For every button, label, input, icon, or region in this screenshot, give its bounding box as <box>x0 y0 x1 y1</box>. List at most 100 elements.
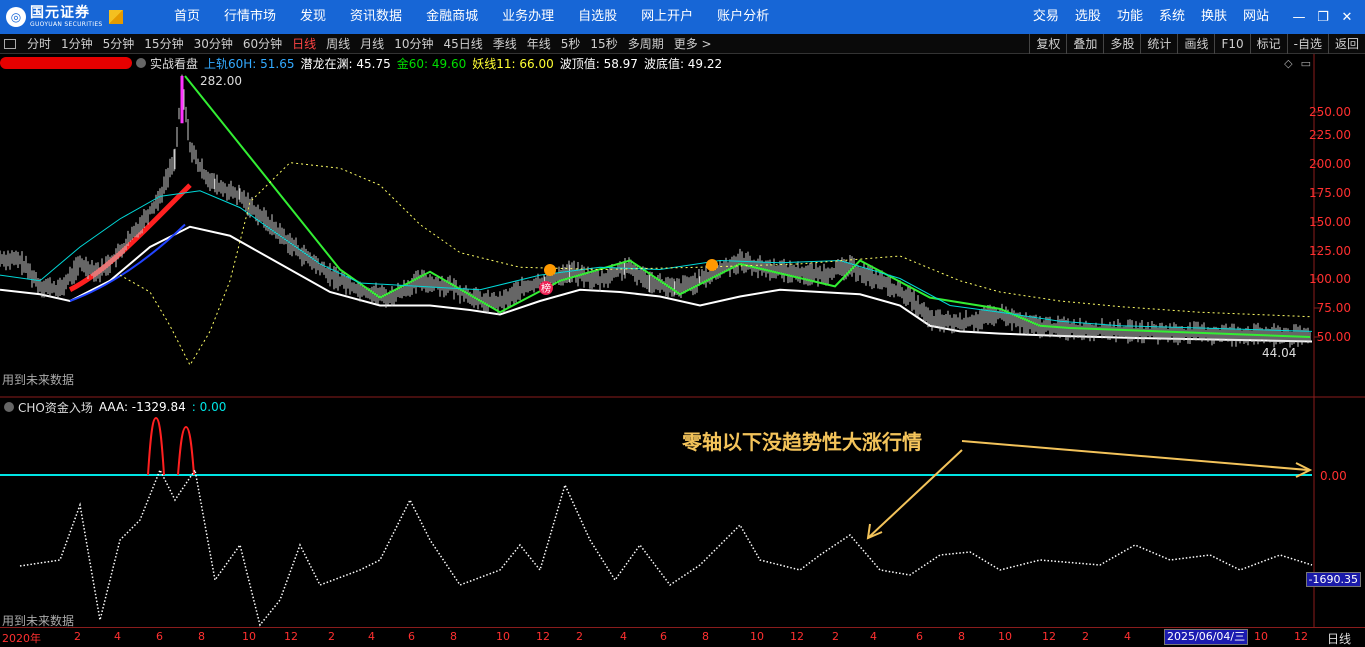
period-tab[interactable]: 日线 <box>287 34 321 54</box>
price-axis-label: 200.00 <box>1309 157 1351 171</box>
panel-toggle-icon[interactable] <box>4 38 16 49</box>
low-price-label: 44.04 <box>1262 346 1297 360</box>
period-tab[interactable]: 60分钟 <box>238 34 287 54</box>
date-axis-label: 2 <box>1082 630 1089 643</box>
brand-logo[interactable]: ◎ 国元证券 GUOYUAN SECURITIES <box>0 0 150 34</box>
logo-flag-icon <box>108 10 123 24</box>
date-axis-label: 12 <box>1294 630 1308 643</box>
date-axis-label: 12 <box>790 630 804 643</box>
chart-tool-button[interactable]: -自选 <box>1286 34 1328 54</box>
date-axis-label: 4 <box>620 630 627 643</box>
date-axis-label: 8 <box>958 630 965 643</box>
date-axis: 2020年 2 4 6 8 10 12 2 4 6 8 10 12 2 4 6 8 10 12 2 4 6 8 10 12 2 4 1… <box>0 627 1365 647</box>
signal-badge-icon <box>544 264 556 276</box>
window-controls: — ❐ ✕ <box>1287 0 1359 34</box>
logo-name: 国元证券 <box>30 5 90 21</box>
price-bars <box>0 74 1311 348</box>
nav-item[interactable]: 账户分析 <box>705 0 781 34</box>
nav-right-item[interactable]: 选股 <box>1067 0 1109 34</box>
date-axis-label: 6 <box>660 630 667 643</box>
date-axis-label: 10 <box>496 630 510 643</box>
period-tab[interactable]: 15分钟 <box>139 34 188 54</box>
price-axis-label: 50.00 <box>1316 330 1351 344</box>
restore-icon[interactable]: ❐ <box>1311 5 1335 29</box>
nav-right-item[interactable]: 网站 <box>1235 0 1277 34</box>
date-axis-label: 2020年 <box>2 632 41 645</box>
upper-band-line <box>0 190 1313 332</box>
date-axis-label: 6 <box>408 630 415 643</box>
annotation-text: 零轴以下没趋势性大涨行情 <box>682 430 922 454</box>
future-data-note-main: 用到未来数据 <box>2 373 75 387</box>
nav-right-item[interactable]: 功能 <box>1109 0 1151 34</box>
period-tab[interactable]: 15秒 <box>585 34 622 54</box>
period-tab[interactable]: 分时 <box>22 34 56 54</box>
date-axis-label: 10 <box>750 630 764 643</box>
annotation-arrow-right <box>961 440 1309 471</box>
period-tab[interactable]: 季线 <box>488 34 522 54</box>
nav-item[interactable]: 行情市场 <box>212 0 288 34</box>
right-menu: 交易 选股 功能 系统 换肤 网站 <box>1025 0 1277 34</box>
nav-item[interactable]: 发现 <box>288 0 338 34</box>
date-axis-label: 4 <box>368 630 375 643</box>
period-tab[interactable]: 年线 <box>522 34 556 54</box>
price-axis-label: 225.00 <box>1309 128 1351 142</box>
red-hump-2 <box>177 425 195 476</box>
period-indicator[interactable]: 日线 <box>1327 630 1351 647</box>
period-tab[interactable]: 月线 <box>355 34 389 54</box>
period-tab[interactable]: 5秒 <box>556 34 586 54</box>
price-axis-label: 75.00 <box>1316 301 1351 315</box>
chart-tool-button[interactable]: 多股 <box>1103 34 1140 54</box>
date-axis-label: 8 <box>450 630 457 643</box>
chart-tool-button[interactable]: 复权 <box>1029 34 1066 54</box>
rank-badge-text: 榜 <box>541 282 551 295</box>
period-tab[interactable]: 1分钟 <box>56 34 98 54</box>
date-axis-label: 12 <box>536 630 550 643</box>
date-axis-label: 8 <box>702 630 709 643</box>
period-tab[interactable]: 30分钟 <box>189 34 238 54</box>
zero-axis-label: 0.00 <box>1320 469 1347 483</box>
date-axis-label: 2 <box>832 630 839 643</box>
period-tab[interactable]: 45日线 <box>438 34 487 54</box>
nav-item[interactable]: 网上开户 <box>629 0 705 34</box>
chart-tool-button[interactable]: 画线 <box>1177 34 1214 54</box>
price-axis-label: 250.00 <box>1309 105 1351 119</box>
logo-mark-icon: ◎ <box>6 7 26 27</box>
nav-item[interactable]: 金融商城 <box>414 0 490 34</box>
date-axis-label: 2 <box>328 630 335 643</box>
price-axis-label: 175.00 <box>1309 186 1351 200</box>
period-tab[interactable]: 周线 <box>321 34 355 54</box>
main-menu: 首页 行情市场 发现 资讯数据 金融商城 业务办理 自选股 网上开户 账户分析 <box>162 0 781 34</box>
date-axis-label: 4 <box>114 630 121 643</box>
nav-right-item[interactable]: 系统 <box>1151 0 1193 34</box>
date-cursor-label: 2025/06/04/三 <box>1164 629 1249 645</box>
date-axis-label: 2 <box>576 630 583 643</box>
period-tab[interactable]: 更多 > <box>669 34 717 54</box>
date-axis-label: 12 <box>1042 630 1056 643</box>
chart-tool-button[interactable]: 标记 <box>1249 34 1287 54</box>
chart-tools: 复权 叠加 多股 统计 画线 F10 标记 -自选 返回 <box>1029 34 1365 54</box>
annotation-arrow-down <box>867 449 963 539</box>
candlestick-chart[interactable]: 榜 <box>0 54 1365 627</box>
date-axis-label: 10 <box>998 630 1012 643</box>
nav-right-item[interactable]: 换肤 <box>1193 0 1235 34</box>
nav-right-item[interactable]: 交易 <box>1025 0 1067 34</box>
close-icon[interactable]: ✕ <box>1335 5 1359 29</box>
date-axis-label: 2 <box>74 630 81 643</box>
chart-tool-button[interactable]: 叠加 <box>1066 34 1103 54</box>
period-tab[interactable]: 10分钟 <box>389 34 438 54</box>
chart-tool-button[interactable]: 返回 <box>1327 34 1365 54</box>
chart-tool-button[interactable]: F10 <box>1214 34 1249 54</box>
nav-item[interactable]: 业务办理 <box>490 0 566 34</box>
minimize-icon[interactable]: — <box>1287 5 1311 29</box>
date-axis-label: 6 <box>916 630 923 643</box>
period-tab[interactable]: 5分钟 <box>98 34 140 54</box>
chart-tool-button[interactable]: 统计 <box>1140 34 1177 54</box>
nav-item[interactable]: 自选股 <box>566 0 629 34</box>
oscillator-line <box>19 468 1313 627</box>
nav-item[interactable]: 首页 <box>162 0 212 34</box>
date-axis-label: 4 <box>870 630 877 643</box>
period-tab[interactable]: 多周期 <box>623 34 669 54</box>
date-axis-label: 4 <box>1124 630 1131 643</box>
nav-item[interactable]: 资讯数据 <box>338 0 414 34</box>
top-nav-bar: ◎ 国元证券 GUOYUAN SECURITIES 首页 行情市场 发现 资讯数据 金融… <box>0 0 1365 34</box>
